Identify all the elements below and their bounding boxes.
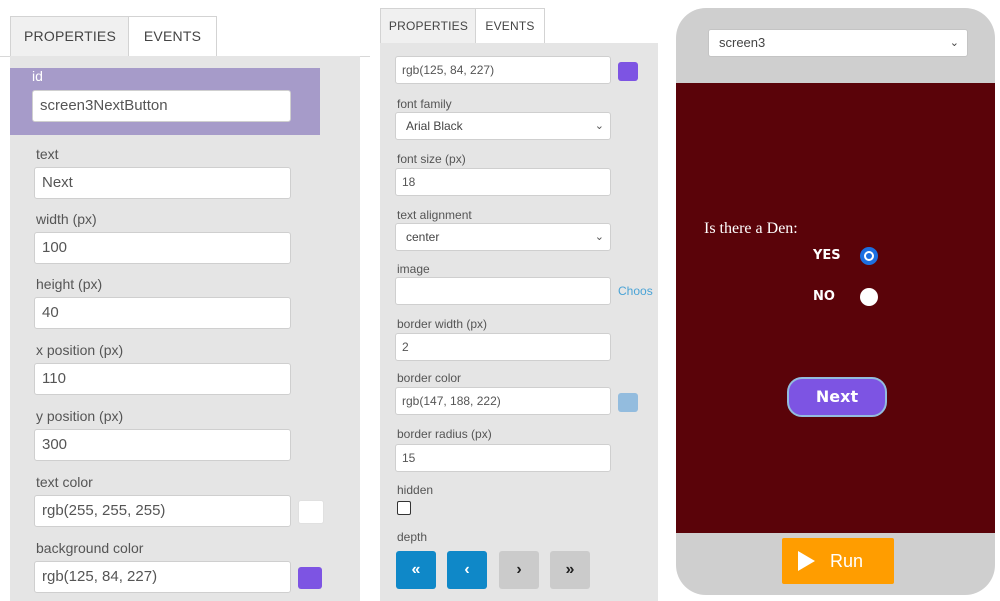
middle-properties-panel: PROPERTIES EVENTS rgb(125, 84, 227) font… <box>380 0 658 601</box>
height-input[interactable]: 40 <box>34 297 291 329</box>
tab-properties[interactable]: PROPERTIES <box>10 16 130 56</box>
border-radius-label: border radius (px) <box>397 427 492 441</box>
text-alignment-label: text alignment <box>397 208 472 222</box>
screen-select-value: screen3 <box>719 35 766 50</box>
left-properties-panel: PROPERTIES EVENTS id screen3NextButton t… <box>0 0 370 601</box>
text-alignment-value: center <box>406 230 440 244</box>
yes-radio[interactable] <box>860 247 878 265</box>
send-backward-button[interactable]: ‹ <box>447 551 487 589</box>
text-input[interactable]: Next <box>34 167 291 199</box>
text-label: text <box>36 146 59 162</box>
question-label: Is there a Den: <box>704 220 798 237</box>
tab-bar: PROPERTIES EVENTS <box>380 0 658 44</box>
tab-events[interactable]: EVENTS <box>475 8 545 44</box>
x-position-input[interactable]: 110 <box>34 363 291 395</box>
chevron-down-icon: ⌄ <box>594 120 604 132</box>
height-label: height (px) <box>36 276 103 292</box>
background-color-input[interactable]: rgb(125, 84, 227) <box>34 561 291 593</box>
properties-body: rgb(125, 84, 227) font family Arial Blac… <box>380 43 658 601</box>
font-family-value: Arial Black <box>406 119 463 133</box>
color-input[interactable]: rgb(125, 84, 227) <box>395 56 611 84</box>
background-color-label: background color <box>36 540 144 556</box>
play-icon <box>798 551 815 571</box>
border-color-label: border color <box>397 371 462 385</box>
text-color-input[interactable]: rgb(255, 255, 255) <box>34 495 291 527</box>
y-position-label: y position (px) <box>36 408 124 424</box>
font-family-label: font family <box>397 97 452 111</box>
run-button[interactable]: Run <box>782 538 894 584</box>
border-radius-input[interactable]: 15 <box>395 444 611 472</box>
hidden-checkbox[interactable] <box>397 501 411 515</box>
image-input[interactable] <box>395 277 611 305</box>
phone-preview: screen3 ⌄ Is there a Den: YES NO Next Ru… <box>676 8 995 595</box>
text-color-label: text color <box>36 474 93 490</box>
send-to-back-button[interactable]: « <box>396 551 436 589</box>
font-family-select[interactable]: Arial Black ⌄ <box>395 112 611 140</box>
font-size-input[interactable]: 18 <box>395 168 611 196</box>
text-color-swatch[interactable] <box>298 500 324 524</box>
border-width-label: border width (px) <box>397 317 488 331</box>
app-screen: Is there a Den: YES NO Next <box>676 83 995 533</box>
color-swatch[interactable] <box>618 62 638 81</box>
yes-label: YES <box>813 248 841 263</box>
chevron-down-icon: ⌄ <box>594 231 604 243</box>
bring-forward-button[interactable]: › <box>499 551 539 589</box>
choose-image-link[interactable]: Choos <box>618 284 653 298</box>
border-color-input[interactable]: rgb(147, 188, 222) <box>395 387 611 415</box>
depth-label: depth <box>397 530 428 544</box>
font-size-label: font size (px) <box>397 152 466 166</box>
chevron-down-icon: ⌄ <box>949 37 959 49</box>
border-width-input[interactable]: 2 <box>395 333 611 361</box>
hidden-label: hidden <box>397 483 434 497</box>
properties-body: id screen3NextButton text Next width (px… <box>10 56 360 601</box>
no-label: NO <box>813 289 835 304</box>
tab-events[interactable]: EVENTS <box>128 16 217 57</box>
no-radio[interactable] <box>860 288 878 306</box>
x-position-label: x position (px) <box>36 342 124 358</box>
tab-bar: PROPERTIES EVENTS <box>0 0 370 57</box>
border-color-swatch[interactable] <box>618 393 638 412</box>
image-label: image <box>397 262 430 276</box>
background-color-swatch[interactable] <box>298 567 322 589</box>
width-input[interactable]: 100 <box>34 232 291 264</box>
tab-properties[interactable]: PROPERTIES <box>380 8 477 43</box>
y-position-input[interactable]: 300 <box>34 429 291 461</box>
run-label: Run <box>830 551 864 571</box>
id-label: id <box>32 68 43 84</box>
next-button[interactable]: Next <box>787 377 887 417</box>
id-field-highlight: id screen3NextButton <box>10 68 320 135</box>
bring-to-front-button[interactable]: » <box>550 551 590 589</box>
screen-select[interactable]: screen3 ⌄ <box>708 29 968 57</box>
width-label: width (px) <box>36 211 97 227</box>
id-input[interactable]: screen3NextButton <box>32 90 291 122</box>
text-alignment-select[interactable]: center ⌄ <box>395 223 611 251</box>
